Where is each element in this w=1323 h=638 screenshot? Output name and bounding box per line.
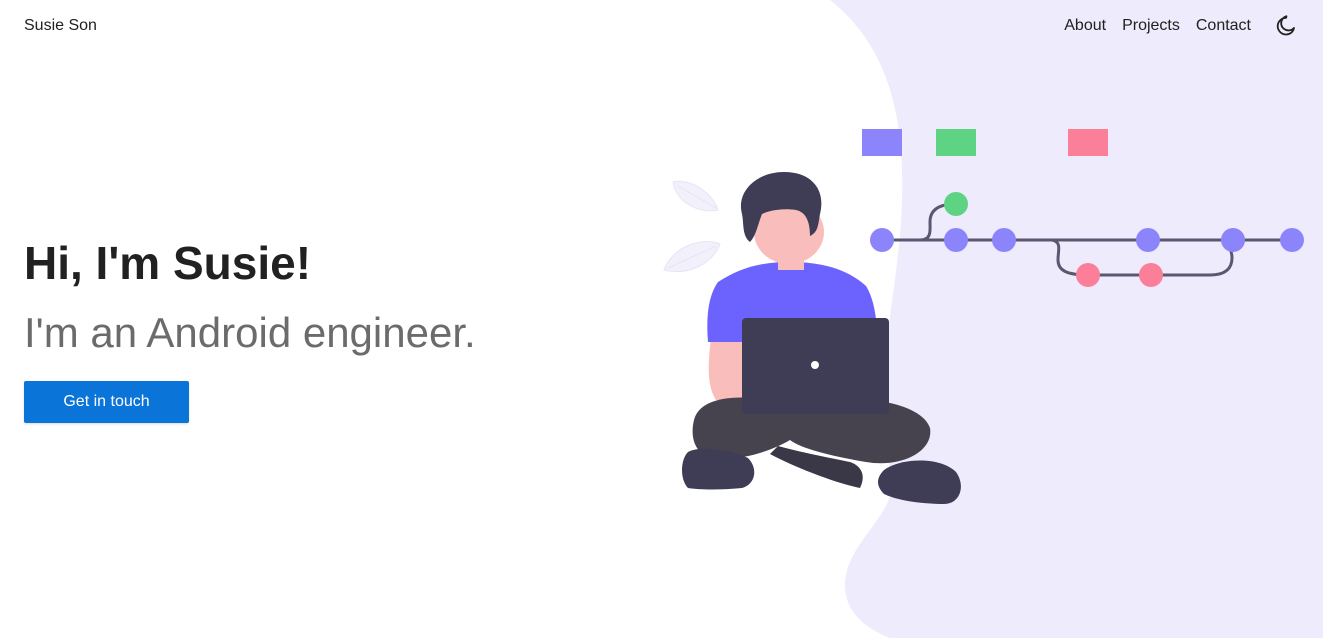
get-in-touch-button[interactable]: Get in touch xyxy=(24,381,189,423)
main-nav: About Projects Contact xyxy=(1064,17,1251,35)
page: Susie Son About Projects Contact Hi, I'm… xyxy=(0,0,1323,638)
hero-greeting: Hi, I'm Susie! xyxy=(24,237,312,289)
person-with-laptop-illustration xyxy=(682,172,961,504)
hero-subtitle: I'm an Android engineer. xyxy=(24,309,476,356)
nav-projects-link[interactable]: Projects xyxy=(1122,17,1180,35)
nav-about-link[interactable]: About xyxy=(1064,17,1106,35)
brand-link[interactable]: Susie Son xyxy=(24,17,97,35)
hero-section: Hi, I'm Susie! I'm an Android engineer. … xyxy=(24,232,476,423)
top-navigation-bar: Susie Son About Projects Contact xyxy=(0,0,1323,54)
nav-contact-link[interactable]: Contact xyxy=(1196,17,1251,35)
moon-icon xyxy=(1276,15,1295,36)
git-graph-diagram xyxy=(862,129,1304,287)
leaf-icon xyxy=(663,180,721,272)
theme-toggle-button[interactable] xyxy=(1274,13,1298,37)
